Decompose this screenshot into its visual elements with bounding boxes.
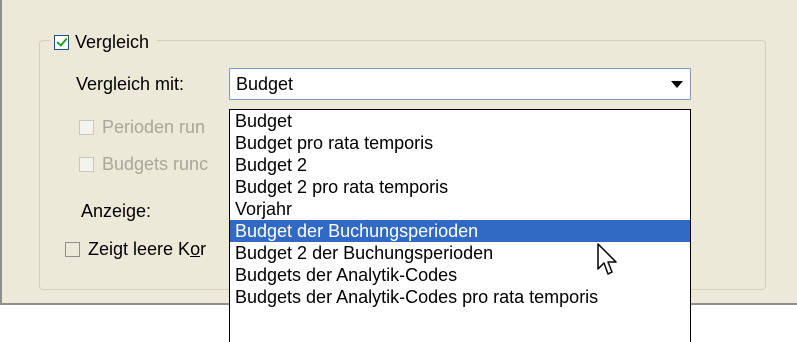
vergleich-checkbox[interactable] <box>54 34 69 50</box>
perioden-checkbox[interactable] <box>79 119 94 135</box>
budgets-label: Budgets runc <box>102 154 209 174</box>
dropdown-option-highlighted[interactable]: Budget der Buchungsperioden <box>230 220 690 242</box>
vergleich-mit-row: Vergleich mit: <box>76 73 184 95</box>
anzeige-label: Anzeige: <box>81 201 152 221</box>
perioden-row: Perioden run <box>79 116 205 138</box>
dropdown-option[interactable]: Budget <box>230 110 690 132</box>
vergleich-mit-select[interactable]: Budget <box>229 68 691 100</box>
vergleich-label: Vergleich <box>75 32 150 52</box>
dropdown-option[interactable]: Budget 2 der Buchungsperioden <box>230 242 690 264</box>
dropdown-button[interactable] <box>666 69 688 99</box>
dropdown-option[interactable]: Budget pro rata temporis <box>230 132 690 154</box>
vergleich-mit-dropdown: Budget Budget pro rata temporis Budget 2… <box>229 109 691 342</box>
anzeige-row: Anzeige: <box>81 200 151 222</box>
vergleich-mit-value: Budget <box>236 73 294 94</box>
dropdown-option[interactable]: Budget 2 <box>230 154 690 176</box>
perioden-label: Perioden run <box>102 117 206 137</box>
dropdown-option[interactable]: Budgets der Analytik-Codes <box>230 264 690 286</box>
dropdown-option[interactable]: Budget 2 pro rata temporis <box>230 176 690 198</box>
dropdown-option[interactable]: Budgets der Analytik-Codes pro rata temp… <box>230 286 690 308</box>
budgets-row: Budgets runc <box>79 153 208 175</box>
leere-label: Zeigt leere Kor <box>88 239 207 259</box>
leere-checkbox[interactable] <box>65 241 80 257</box>
chevron-down-icon <box>671 80 683 88</box>
leere-row: Zeigt leere Kor <box>65 238 206 260</box>
mouse-cursor-icon <box>597 243 617 275</box>
dropdown-option[interactable]: Vorjahr <box>230 198 690 220</box>
budgets-checkbox[interactable] <box>79 156 94 172</box>
vergleich-mit-label: Vergleich mit: <box>76 74 185 94</box>
vergleich-legend[interactable]: Vergleich <box>50 28 158 56</box>
